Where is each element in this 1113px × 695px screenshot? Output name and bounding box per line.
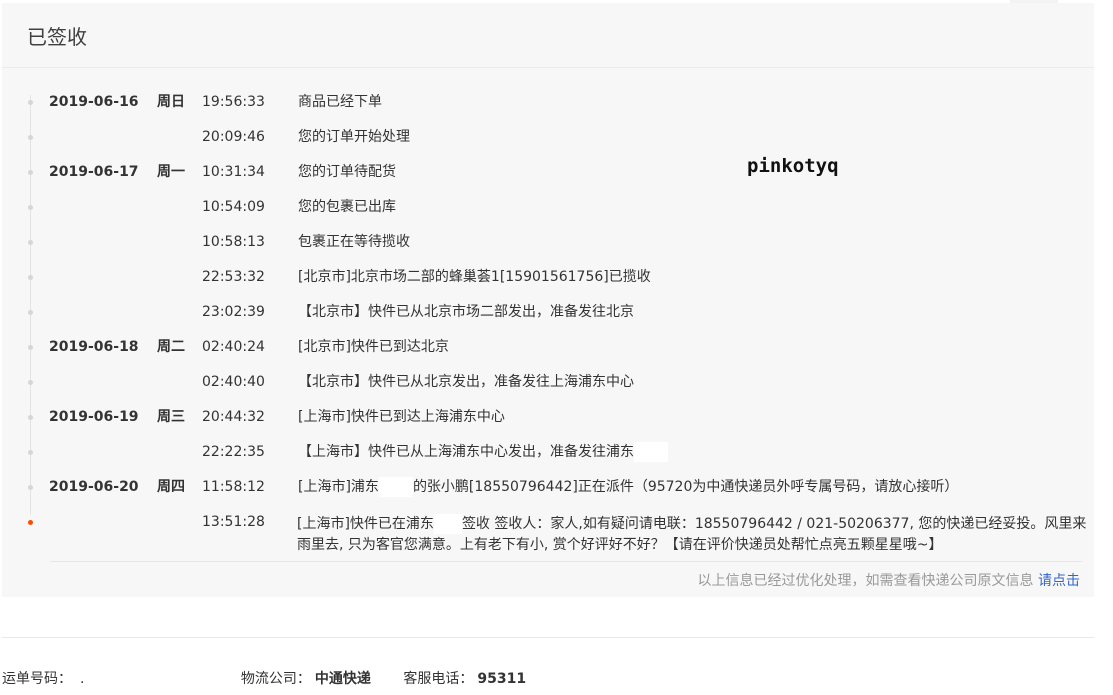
timeline-row: 22:22:35 【上海市】快件已从上海浦东中心发出，准备发往浦东: [2, 435, 1094, 470]
timeline-dot: [28, 205, 33, 210]
timeline-row: 10:58:13 包裹正在等待揽收: [2, 225, 1094, 260]
event-description: 您的包裹已出库: [298, 199, 396, 215]
event-time: 10:31:34: [202, 164, 265, 180]
timeline-dot: [28, 450, 33, 455]
carrier-value: 中通快递: [314, 671, 371, 687]
event-description: [上海市]浦东 的张小鹏[18550796442]正在派件（95720为中通快递员…: [298, 470, 958, 505]
timeline-row: 10:54:09 您的包裹已出库: [2, 190, 1094, 225]
event-weekday: 周日: [157, 94, 185, 110]
redacted-block: [634, 442, 668, 462]
event-time: 22:22:35: [202, 444, 265, 460]
event-description: [北京市]北京市场二部的蜂巢荟1[15901561756]已揽收: [298, 269, 651, 285]
event-date: 2019-06-18: [49, 339, 139, 355]
redacted-block: [433, 514, 462, 534]
timeline-row: 22:53:32 [北京市]北京市场二部的蜂巢荟1[15901561756]已揽…: [2, 260, 1094, 295]
event-description: [上海市]快件已在浦东 签收 签收人：家人,如有疑问请电联：18550796442…: [297, 514, 1087, 556]
timeline-dot: [28, 310, 33, 315]
event-description: 包裹正在等待揽收: [298, 234, 410, 250]
event-description-text: 的张小鹏[18550796442]正在派件（95720为中通快递员外呼专属号码，…: [412, 479, 959, 495]
event-date: 2019-06-16: [49, 94, 139, 110]
footer-note-text: 以上信息已经过优化处理，如需查看快递公司原文信息: [697, 573, 1034, 589]
event-description-text: [上海市]浦东: [298, 479, 379, 495]
timeline-dot: [28, 240, 33, 245]
event-time: 20:44:32: [202, 409, 265, 425]
event-description-text: [上海市]快件已在浦东: [297, 516, 434, 532]
timeline-row: 20:09:46 您的订单开始处理: [2, 120, 1094, 155]
footer-note: 以上信息已经过优化处理，如需查看快递公司原文信息 请点击: [698, 570, 1080, 590]
event-time: 02:40:24: [202, 339, 265, 355]
event-weekday: 周四: [157, 479, 185, 495]
event-weekday: 周三: [157, 409, 185, 425]
timeline-row: 2019-06-19 周三 20:44:32 [上海市]快件已到达上海浦东中心: [2, 400, 1094, 435]
event-description: 【北京市】快件已从北京市场二部发出，准备发往北京: [298, 304, 634, 320]
event-weekday: 周二: [157, 339, 185, 355]
timeline-row: 02:40:40 【北京市】快件已从北京发出，准备发往上海浦东中心: [2, 365, 1094, 400]
event-description-text: 【上海市】快件已从上海浦东中心发出，准备发往浦东: [298, 444, 634, 460]
timeline-row: 2019-06-20 周四 11:58:12 [上海市]浦东 的张小鹏[18550…: [2, 470, 1094, 505]
event-date: 2019-06-19: [49, 409, 139, 425]
view-original-link[interactable]: 请点击: [1038, 573, 1080, 589]
tracking-number-value: .: [80, 671, 85, 687]
timeline-dot: [28, 415, 33, 420]
panel-header: 已签收: [2, 3, 1094, 68]
timeline-dot: [28, 170, 33, 175]
timeline-dot: [28, 380, 33, 385]
timeline-row: 2019-06-18 周二 02:40:24 [北京市]快件已到达北京: [2, 330, 1094, 365]
timeline-row: 2019-06-16 周日 19:56:33 商品已经下单: [2, 85, 1094, 120]
event-time: 22:53:32: [202, 269, 265, 285]
shipping-info: 运单号码：. 物流公司： 中通快递 客服电话： 95311: [2, 668, 526, 688]
timeline-dot-active: [28, 520, 33, 525]
event-time: 19:56:33: [202, 94, 265, 110]
event-date: 2019-06-17: [49, 164, 139, 180]
event-date: 2019-06-20: [49, 479, 139, 495]
event-description: 【北京市】快件已从北京发出，准备发往上海浦东中心: [298, 374, 634, 390]
timeline-dot: [28, 135, 33, 140]
redacted-block: [378, 477, 413, 497]
event-time: 10:54:09: [202, 199, 265, 215]
event-description: [上海市]快件已到达上海浦东中心: [298, 409, 505, 425]
timeline-row: 23:02:39 【北京市】快件已从北京市场二部发出，准备发往北京: [2, 295, 1094, 330]
tracking-panel: 已签收 2019-06-16 周日 19:56:33 商品已经下单 20:09:…: [2, 3, 1094, 597]
watermark-text: pinkotyq: [747, 155, 839, 177]
page-divider: [2, 637, 1094, 638]
service-phone-value: 95311: [477, 671, 527, 687]
event-time: 10:58:13: [202, 234, 265, 250]
event-description: 您的订单开始处理: [298, 129, 410, 145]
service-phone-label: 客服电话：: [403, 671, 474, 687]
event-description: 商品已经下单: [298, 94, 382, 110]
event-description: [北京市]快件已到达北京: [298, 339, 449, 355]
event-weekday: 周一: [157, 164, 185, 180]
event-time: 20:09:46: [202, 129, 265, 145]
timeline-dot: [28, 345, 33, 350]
event-time: 02:40:40: [202, 374, 265, 390]
event-time: 11:58:12: [202, 479, 265, 495]
event-time: 23:02:39: [202, 304, 265, 320]
timeline-dot: [28, 275, 33, 280]
status-title: 已签收: [27, 24, 87, 49]
event-time: 13:51:28: [202, 514, 265, 530]
tracking-number-label: 运单号码：: [2, 671, 72, 687]
timeline-dot: [28, 485, 33, 490]
timeline-dot: [28, 100, 33, 105]
event-description: 【上海市】快件已从上海浦东中心发出，准备发往浦东: [298, 435, 668, 470]
event-description: 您的订单待配货: [298, 164, 396, 180]
timeline-row-latest: 13:51:28 [上海市]快件已在浦东 签收 签收人：家人,如有疑问请电联：18…: [2, 505, 1094, 561]
carrier-label: 物流公司：: [240, 671, 311, 687]
timeline-row: 2019-06-17 周一 10:31:34 您的订单待配货: [2, 155, 1094, 190]
footer-divider: [50, 561, 1082, 562]
